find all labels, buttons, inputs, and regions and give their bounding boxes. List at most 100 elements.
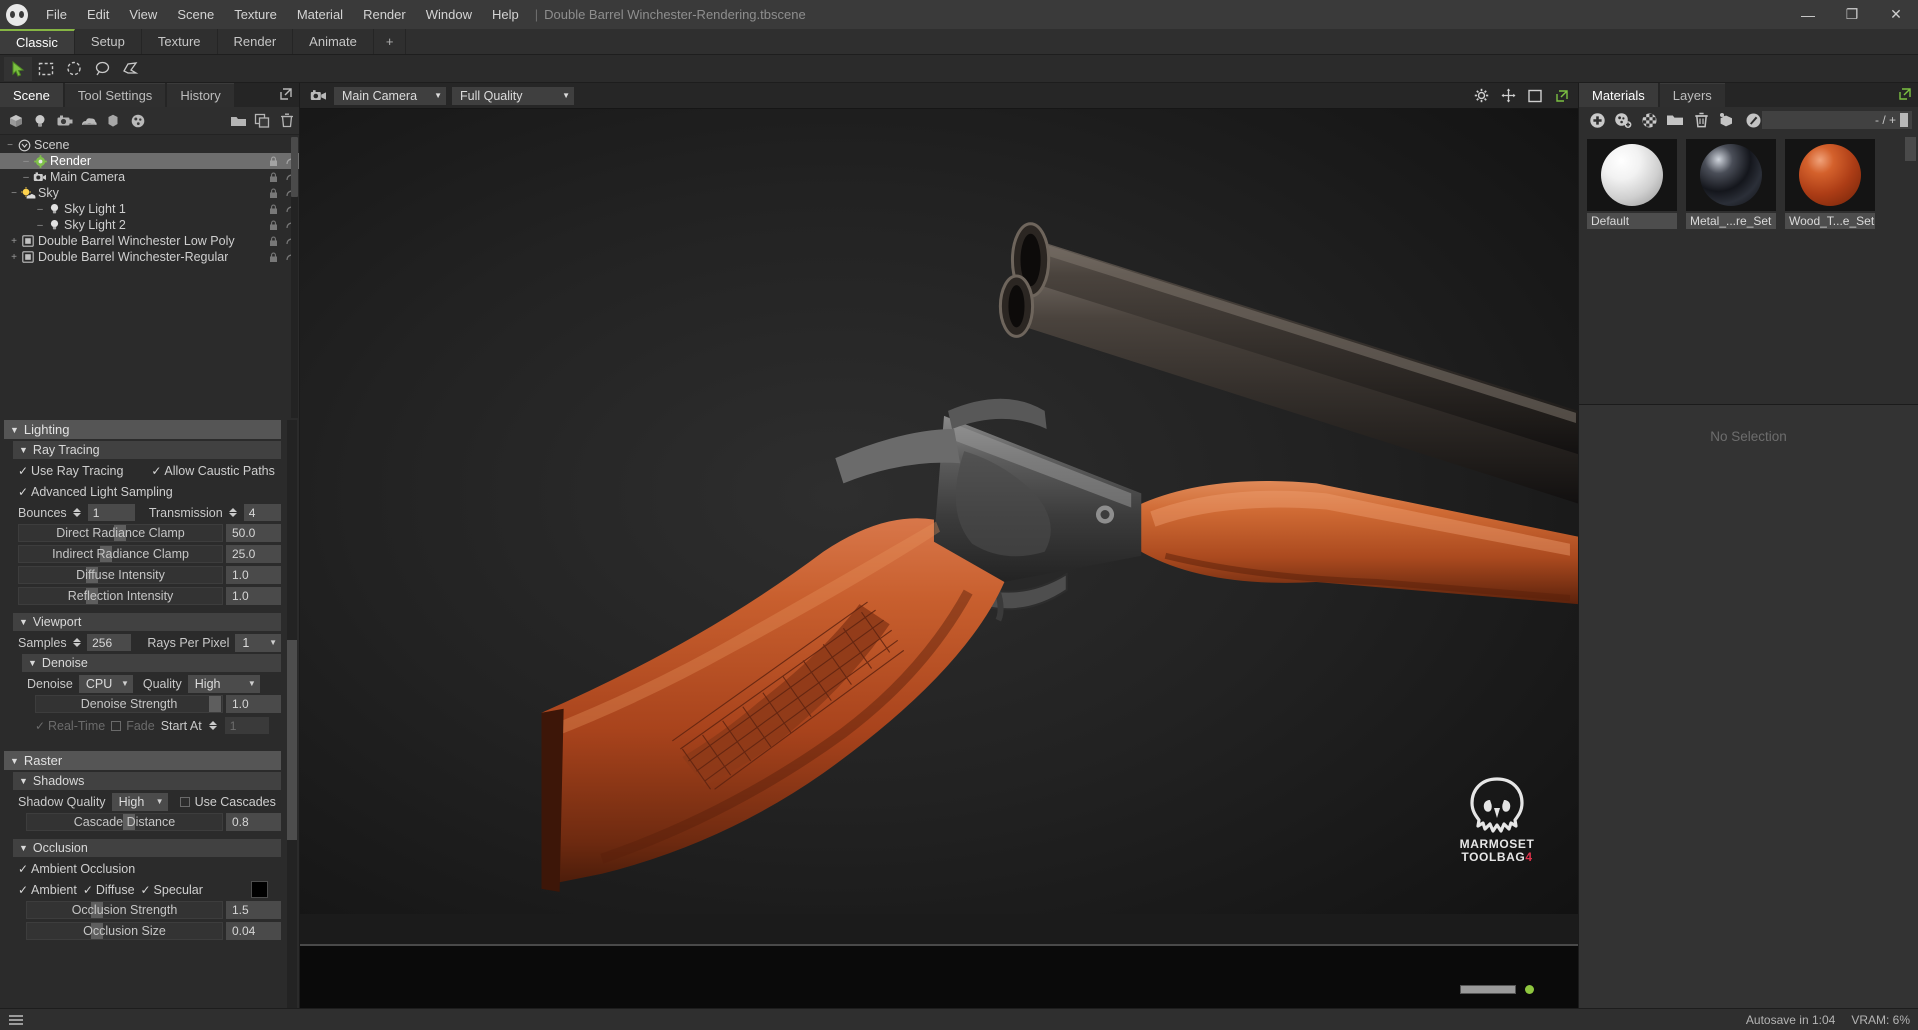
materials-scrollbar-thumb[interactable] xyxy=(1905,137,1916,161)
real-time-checkbox[interactable]: ✓ Real-Time xyxy=(35,719,105,733)
lock-icon[interactable] xyxy=(269,236,278,247)
tree-item-winchester-low-poly[interactable]: + Double Barrel Winchester Low Poly xyxy=(0,233,299,249)
collapse-triangle-icon[interactable]: ▼ xyxy=(19,776,28,786)
add-sky-icon[interactable] xyxy=(77,109,101,133)
occlusion-size-slider[interactable]: Occlusion Size xyxy=(26,922,223,940)
fade-checkbox[interactable]: Fade xyxy=(111,719,155,733)
expander-icon[interactable]: + xyxy=(8,252,20,263)
occlusion-strength-slider[interactable]: Occlusion Strength xyxy=(26,901,223,919)
diffuse-intensity-slider[interactable]: Diffuse Intensity xyxy=(18,566,223,584)
tree-item-render[interactable]: – Render xyxy=(0,153,299,169)
menu-render[interactable]: Render xyxy=(353,3,416,26)
tree-item-sky-light-2[interactable]: – Sky Light 2 xyxy=(0,217,299,233)
specular-checkbox[interactable]: ✓ Specular xyxy=(141,883,203,897)
collapse-triangle-icon[interactable]: ▼ xyxy=(19,617,28,627)
direct-radiance-clamp-slider[interactable]: Direct Radiance Clamp xyxy=(18,524,223,542)
menu-material[interactable]: Material xyxy=(287,3,353,26)
tab-scene[interactable]: Scene xyxy=(0,83,63,107)
tree-item-scene[interactable]: − Scene xyxy=(0,137,299,153)
camera-dropdown[interactable]: Main Camera ▼ xyxy=(334,86,446,105)
use-cascades-checkbox[interactable]: Use Cascades xyxy=(179,795,276,809)
polygon-lasso-tool-icon[interactable] xyxy=(116,57,144,81)
quality-dropdown[interactable]: Full Quality ▼ xyxy=(452,86,574,105)
occlusion-color-swatch[interactable] xyxy=(250,881,268,898)
transmission-value[interactable]: 4 xyxy=(243,504,281,521)
add-mesh-icon[interactable] xyxy=(4,109,28,133)
cascade-distance-slider[interactable]: Cascade Distance xyxy=(26,813,223,831)
lock-icon[interactable] xyxy=(269,252,278,263)
delete-icon[interactable] xyxy=(275,109,299,133)
start-at-value[interactable]: 1 xyxy=(224,717,269,734)
denoise-quality-dropdown[interactable]: High ▼ xyxy=(187,674,260,693)
collapse-triangle-icon[interactable]: ▼ xyxy=(19,843,28,853)
denoise-strength-slider[interactable]: Denoise Strength xyxy=(35,695,223,713)
menu-texture[interactable]: Texture xyxy=(224,3,287,26)
expander-icon[interactable]: − xyxy=(8,188,20,199)
advanced-light-sampling-checkbox[interactable]: ✓ Advanced Light Sampling xyxy=(18,485,173,499)
subgroup-header-occlusion[interactable]: ▼ Occlusion xyxy=(13,839,281,857)
collapse-triangle-icon[interactable]: ▼ xyxy=(10,425,19,435)
bounces-stepper[interactable] xyxy=(73,508,82,517)
maximize-button[interactable]: ❐ xyxy=(1830,0,1874,29)
popout-icon[interactable] xyxy=(1554,88,1570,104)
lock-icon[interactable] xyxy=(269,220,278,231)
denoise-device-dropdown[interactable]: CPU ▼ xyxy=(78,674,133,693)
subgroup-header-viewport[interactable]: ▼ Viewport xyxy=(13,613,281,631)
reflection-intensity-slider[interactable]: Reflection Intensity xyxy=(18,587,223,605)
bounces-value[interactable]: 1 xyxy=(87,504,135,521)
menu-scene[interactable]: Scene xyxy=(167,3,224,26)
assign-material-icon[interactable] xyxy=(1715,109,1739,131)
menu-help[interactable]: Help xyxy=(482,3,529,26)
group-header-lighting[interactable]: ▼ Lighting xyxy=(4,420,281,439)
samples-stepper[interactable] xyxy=(72,638,81,647)
tree-scrollbar-thumb[interactable] xyxy=(291,137,298,197)
collapse-triangle-icon[interactable]: ▼ xyxy=(10,756,19,766)
duplicate-icon[interactable] xyxy=(250,109,274,133)
tree-item-main-camera[interactable]: – Main Camera xyxy=(0,169,299,185)
tab-setup[interactable]: Setup xyxy=(75,29,142,54)
move-gizmo-icon[interactable] xyxy=(1500,88,1516,104)
material-item-default[interactable]: Default xyxy=(1587,139,1677,229)
lock-icon[interactable] xyxy=(269,172,278,183)
collapse-triangle-icon[interactable]: ▼ xyxy=(19,445,28,455)
properties-scrollbar-thumb[interactable] xyxy=(287,640,297,840)
collapse-triangle-icon[interactable]: ▼ xyxy=(28,658,37,668)
tab-texture[interactable]: Texture xyxy=(142,29,218,54)
add-material-icon[interactable] xyxy=(1585,109,1609,131)
menu-window[interactable]: Window xyxy=(416,3,482,26)
add-camera-icon[interactable] xyxy=(53,109,77,133)
tree-item-winchester-regular[interactable]: + Double Barrel Winchester-Regular xyxy=(0,249,299,265)
materials-list-area[interactable]: Default Metal_...re_Set Wood_T...e_Set xyxy=(1579,133,1918,405)
properties-scroll-area[interactable]: ▼ Lighting ▼ Ray Tracing ✓ Use Ray Tracin… xyxy=(0,420,299,1008)
material-count-field[interactable]: - / + xyxy=(1762,111,1912,129)
framing-icon[interactable] xyxy=(1527,88,1543,104)
direct-radiance-clamp-value[interactable]: 50.0 xyxy=(226,524,281,542)
ambient-checkbox[interactable]: ✓ Ambient xyxy=(18,883,77,897)
pointer-tool-icon[interactable] xyxy=(4,56,32,81)
reflection-intensity-value[interactable]: 1.0 xyxy=(226,587,281,605)
hamburger-icon[interactable] xyxy=(8,1014,24,1026)
tab-classic[interactable]: Classic xyxy=(0,29,75,54)
tab-tool-settings[interactable]: Tool Settings xyxy=(64,83,166,107)
duplicate-material-icon[interactable] xyxy=(1611,109,1635,131)
scene-tree[interactable]: − Scene – Render – Main Camera − Sky – S… xyxy=(0,135,299,420)
material-item-metal[interactable]: Metal_...re_Set xyxy=(1686,139,1776,229)
add-object-icon[interactable] xyxy=(101,109,125,133)
rays-per-pixel-dropdown[interactable]: 1 ▼ xyxy=(235,633,281,652)
tree-scrollbar[interactable] xyxy=(291,137,298,418)
shadow-quality-dropdown[interactable]: High ▼ xyxy=(111,792,168,811)
tab-animate[interactable]: Animate xyxy=(293,29,374,54)
lasso-tool-icon[interactable] xyxy=(88,57,116,81)
add-material-icon[interactable] xyxy=(126,109,150,133)
subgroup-header-ray-tracing[interactable]: ▼ Ray Tracing xyxy=(13,441,281,459)
add-tab-button[interactable]: + xyxy=(374,29,407,54)
denoise-strength-value[interactable]: 1.0 xyxy=(226,695,281,713)
start-at-stepper[interactable] xyxy=(208,721,219,730)
lock-icon[interactable] xyxy=(269,156,278,167)
menu-edit[interactable]: Edit xyxy=(77,3,119,26)
close-button[interactable]: ✕ xyxy=(1874,0,1918,29)
subgroup-header-denoise[interactable]: ▼ Denoise xyxy=(22,654,281,672)
settings-gear-icon[interactable] xyxy=(1473,88,1489,104)
lock-icon[interactable] xyxy=(269,204,278,215)
tree-item-sky-light-1[interactable]: – Sky Light 1 xyxy=(0,201,299,217)
